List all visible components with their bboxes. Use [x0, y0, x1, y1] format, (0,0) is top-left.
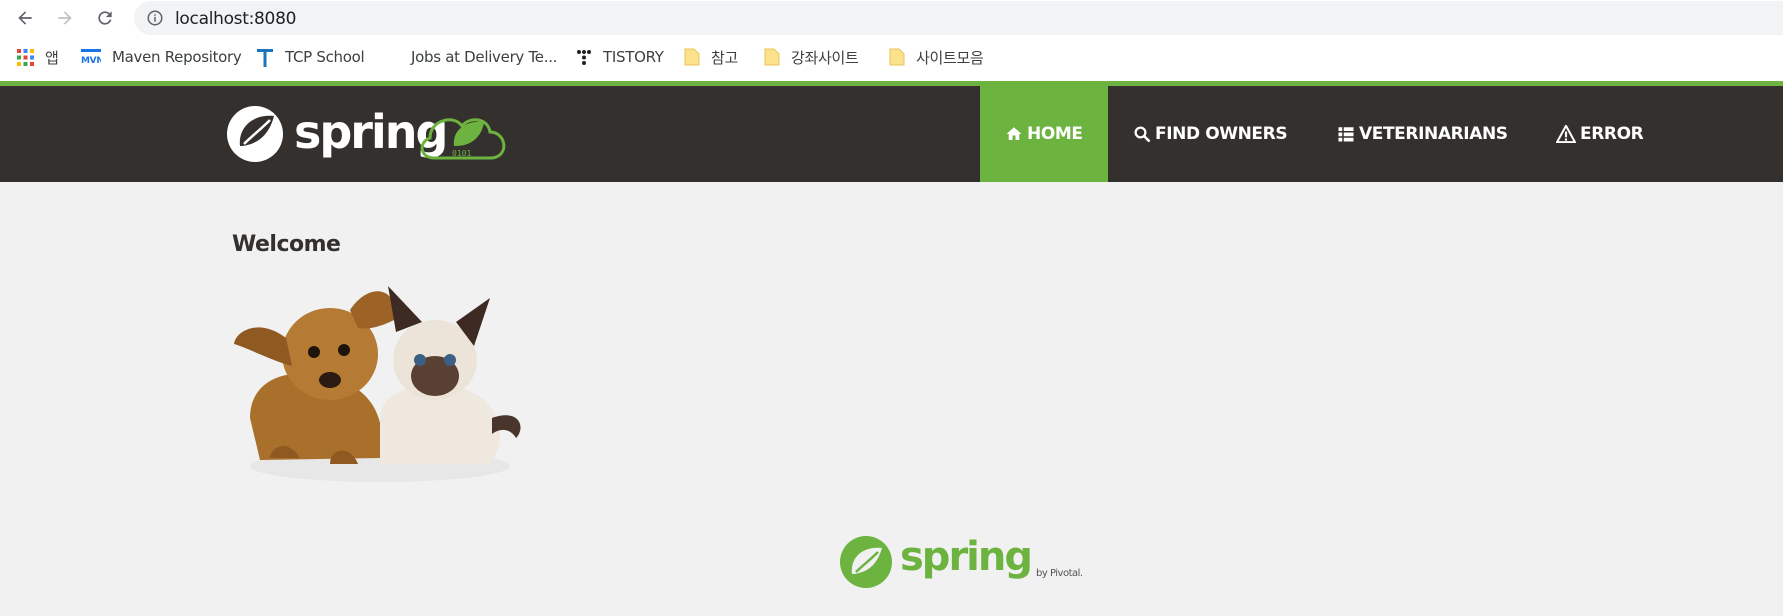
nav-veterinarians-label: VETERINARIANS	[1359, 124, 1508, 144]
folder-icon	[889, 48, 905, 66]
nav-veterinarians[interactable]: VETERINARIANS	[1337, 86, 1508, 182]
browser-toolbar: localhost:8080	[0, 0, 1783, 35]
bookmark-folder-courses[interactable]: 강좌사이트	[764, 45, 859, 69]
nav-error-label: ERROR	[1580, 124, 1644, 144]
site-info-icon[interactable]	[146, 9, 164, 27]
reload-icon	[98, 11, 112, 25]
url-text[interactable]: localhost:8080	[175, 9, 296, 29]
apps-grid-icon	[17, 48, 34, 66]
nav-home[interactable]: HOME	[980, 86, 1108, 182]
bookmark-label: 앱	[45, 48, 59, 67]
footer-by-pivotal: by Pivotal.	[1036, 568, 1083, 579]
nav-find-owners-label: FIND OWNERS	[1155, 124, 1288, 144]
folder-icon	[764, 48, 780, 66]
svg-text:MVN: MVN	[81, 56, 101, 65]
footer-wordmark: spring	[900, 534, 1031, 580]
logo-badge-text: 0101	[452, 149, 471, 158]
bookmark-tcp-school[interactable]: TCP School	[256, 45, 365, 69]
bookmark-label: TISTORY	[603, 48, 664, 66]
bookmark-apps[interactable]: 앱	[17, 45, 59, 69]
spring-by-pivotal-logo: spring by Pivotal.	[840, 534, 1083, 588]
forward-button[interactable]	[52, 5, 78, 31]
bookmark-label: Maven Repository	[112, 48, 242, 66]
mvn-icon: MVN	[81, 49, 101, 65]
home-icon	[1006, 127, 1022, 140]
bookmark-label: 사이트모음	[916, 48, 984, 67]
spring-logo[interactable]: spring 0101	[226, 100, 516, 168]
bookmark-label: 강좌사이트	[791, 48, 859, 67]
bookmarks-bar: 앱 MVN Maven Repository TCP School Jobs a…	[0, 35, 1783, 81]
reload-button[interactable]	[92, 5, 118, 31]
tcp-school-icon	[256, 47, 274, 67]
bookmark-maven-repository[interactable]: MVN Maven Repository	[81, 45, 242, 69]
folder-icon	[684, 48, 700, 66]
address-bar[interactable]: localhost:8080	[134, 1, 1783, 35]
nav-find-owners[interactable]: FIND OWNERS	[1133, 86, 1288, 182]
nav-home-label: HOME	[1027, 124, 1083, 144]
bookmark-folder-sites[interactable]: 사이트모음	[889, 45, 984, 69]
nav-error[interactable]: ERROR	[1556, 86, 1644, 182]
bookmark-label: TCP School	[285, 48, 365, 66]
bookmark-folder-reference[interactable]: 참고	[684, 45, 738, 69]
bookmark-tistory[interactable]: TISTORY	[576, 45, 664, 69]
page-title: Welcome	[232, 232, 341, 257]
back-button[interactable]	[12, 5, 38, 31]
warning-icon	[1556, 125, 1576, 143]
pets-image	[234, 286, 521, 482]
bookmark-label: Jobs at Delivery Te...	[411, 48, 558, 66]
bookmark-label: 참고	[711, 48, 739, 67]
main-navbar: spring 0101 HOME FIND OWNERS VETERINARIA…	[0, 86, 1783, 182]
list-icon	[1338, 127, 1354, 142]
forward-arrow-icon	[58, 11, 72, 25]
back-arrow-icon	[18, 11, 32, 25]
tistory-icon	[576, 49, 592, 65]
bookmark-jobs-at-delivery[interactable]: Jobs at Delivery Te...	[411, 45, 557, 69]
search-icon	[1134, 126, 1151, 143]
